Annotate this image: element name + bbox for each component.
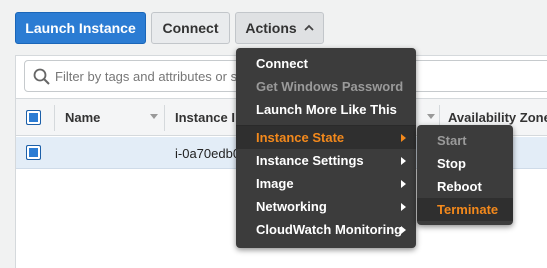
filter-placeholder: Filter by tags and attributes or s (55, 69, 238, 84)
actions-label: Actions (245, 20, 297, 36)
instance-id-cell: i-0a70edb0 (175, 146, 241, 161)
menu-item-label: CloudWatch Monitoring (256, 222, 403, 237)
column-divider (54, 105, 55, 131)
menu-item-label: Instance State (256, 130, 345, 145)
menu-item-instance-state[interactable]: Instance State (236, 126, 416, 149)
connect-button[interactable]: Connect (151, 12, 230, 44)
column-header-instance-id[interactable]: Instance I (175, 110, 235, 125)
connect-label: Connect (162, 20, 219, 36)
menu-item-label: Instance Settings (256, 153, 364, 168)
menu-item-cloudwatch-monitoring[interactable]: CloudWatch Monitoring (236, 218, 416, 241)
select-all-checkbox[interactable] (26, 110, 41, 125)
instance-state-submenu: Start Stop Reboot Terminate (417, 125, 513, 225)
search-icon (33, 68, 50, 85)
submenu-item-label: Reboot (437, 179, 482, 194)
menu-item-launch-more-like-this[interactable]: Launch More Like This (236, 98, 416, 121)
column-divider (164, 105, 165, 131)
submenu-item-label: Start (437, 133, 467, 148)
menu-item-label: Networking (256, 199, 327, 214)
submenu-item-start: Start (417, 129, 513, 152)
submenu-item-stop[interactable]: Stop (417, 152, 513, 175)
sort-caret-icon[interactable] (150, 114, 158, 119)
menu-item-networking[interactable]: Networking (236, 195, 416, 218)
menu-item-image[interactable]: Image (236, 172, 416, 195)
menu-item-label: Connect (256, 56, 308, 71)
submenu-item-terminate[interactable]: Terminate (417, 198, 513, 221)
chevron-right-icon (401, 203, 406, 211)
column-header-availability-zone[interactable]: Availability Zone (448, 110, 547, 125)
column-header-name[interactable]: Name (65, 110, 100, 125)
menu-item-instance-settings[interactable]: Instance Settings (236, 149, 416, 172)
actions-menu: Connect Get Windows Password Launch More… (236, 48, 416, 248)
menu-item-label: Image (256, 176, 294, 191)
launch-instance-button[interactable]: Launch Instance (15, 12, 146, 44)
chevron-right-icon (401, 134, 406, 142)
menu-item-label: Launch More Like This (256, 102, 397, 117)
launch-instance-label: Launch Instance (25, 20, 136, 36)
submenu-item-label: Stop (437, 156, 466, 171)
submenu-item-reboot[interactable]: Reboot (417, 175, 513, 198)
menu-item-label: Get Windows Password (256, 79, 404, 94)
chevron-right-icon (401, 180, 406, 188)
row-checkbox[interactable] (26, 145, 41, 160)
sort-caret-icon[interactable] (427, 114, 435, 119)
chevron-up-icon (304, 24, 314, 31)
submenu-item-label: Terminate (437, 202, 499, 217)
chevron-right-icon (401, 157, 406, 165)
chevron-right-icon (401, 226, 406, 234)
menu-item-connect[interactable]: Connect (236, 52, 416, 75)
actions-button[interactable]: Actions (235, 12, 324, 44)
menu-item-get-windows-password: Get Windows Password (236, 75, 416, 98)
